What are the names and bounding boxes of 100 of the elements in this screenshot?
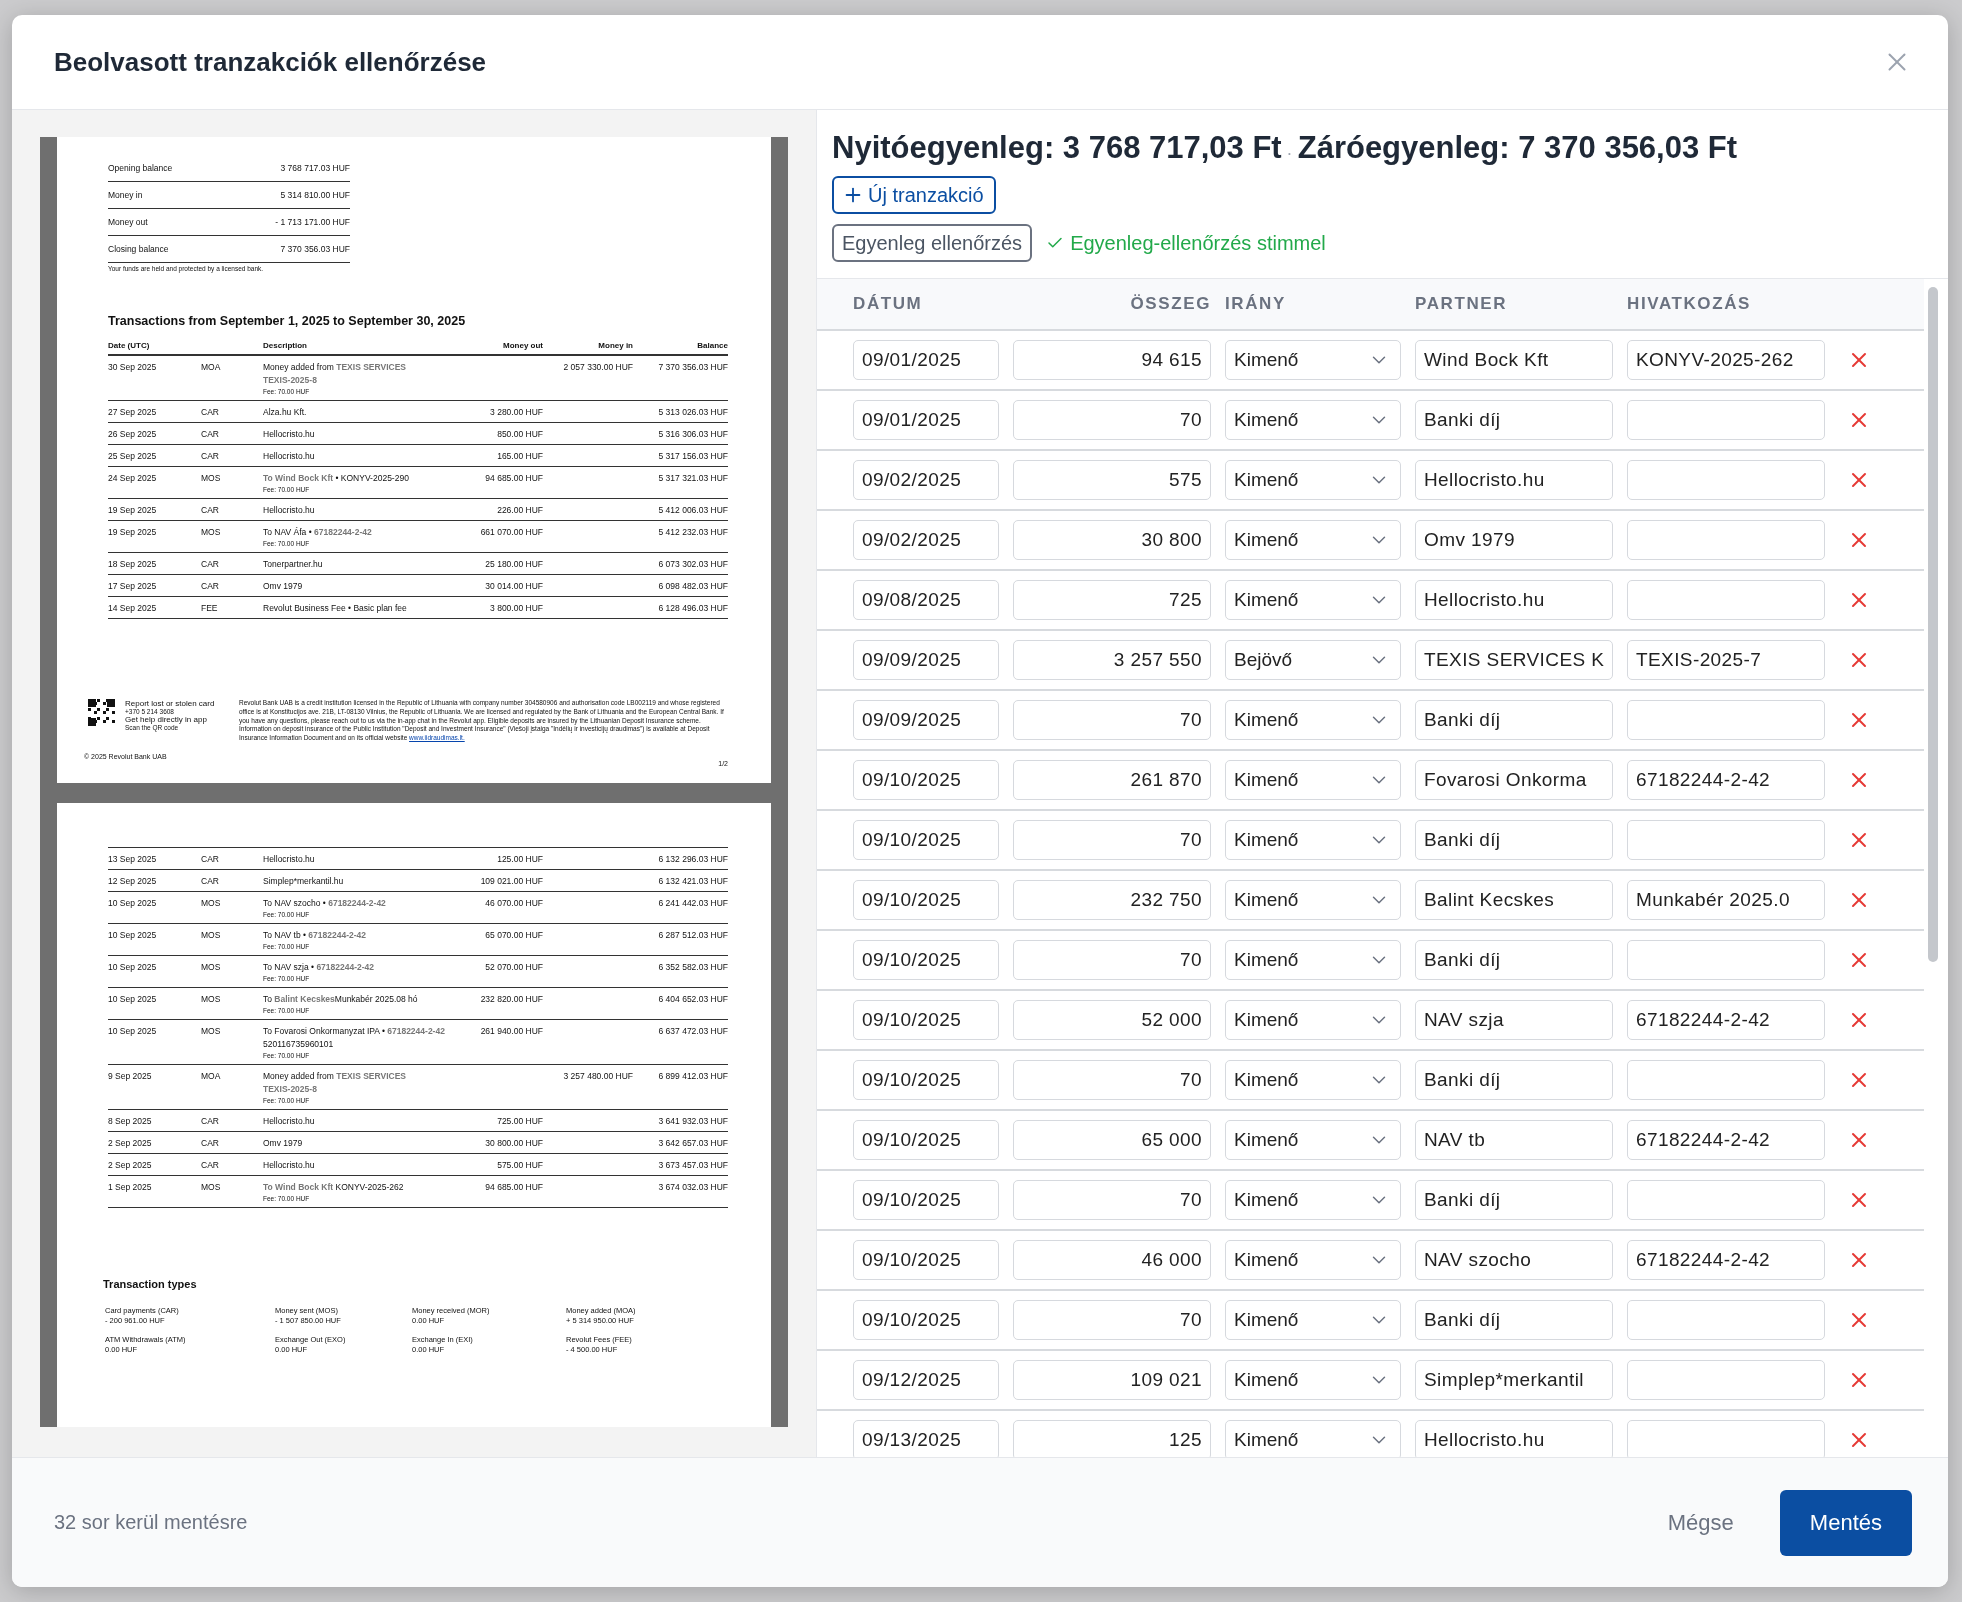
partner-field[interactable]: Banki díj <box>1415 400 1613 440</box>
date-field[interactable]: 09/12/2025 <box>853 1360 999 1400</box>
direction-select[interactable]: Kimenő <box>1225 820 1401 860</box>
reference-field[interactable] <box>1627 400 1825 440</box>
direction-select[interactable]: Kimenő <box>1225 700 1401 740</box>
partner-field[interactable]: Banki díj <box>1415 1300 1613 1340</box>
cancel-button[interactable]: Mégse <box>1661 1508 1740 1537</box>
direction-select[interactable]: Kimenő <box>1225 880 1401 920</box>
direction-select[interactable]: Kimenő <box>1225 1360 1401 1400</box>
reference-field[interactable] <box>1627 1060 1825 1100</box>
balance-check-button[interactable]: Egyenleg ellenőrzés <box>832 224 1033 262</box>
amount-field[interactable]: 70 <box>1013 400 1211 440</box>
direction-select[interactable]: Kimenő <box>1225 340 1401 380</box>
direction-select[interactable]: Kimenő <box>1225 1060 1401 1100</box>
partner-field[interactable]: NAV szocho <box>1415 1240 1613 1280</box>
amount-field[interactable]: 70 <box>1013 940 1211 980</box>
reference-field[interactable] <box>1627 1300 1825 1340</box>
partner-field[interactable]: NAV szja <box>1415 1000 1613 1040</box>
direction-select[interactable]: Kimenő <box>1225 1120 1401 1160</box>
date-field[interactable]: 09/10/2025 <box>853 820 999 860</box>
amount-field[interactable]: 94 615 <box>1013 340 1211 380</box>
date-field[interactable]: 09/02/2025 <box>853 520 999 560</box>
scrollbar[interactable] <box>1928 287 1938 962</box>
partner-field[interactable]: Simplep*merkantil <box>1415 1360 1613 1400</box>
amount-field[interactable]: 70 <box>1013 1180 1211 1220</box>
direction-select[interactable]: Kimenő <box>1225 1000 1401 1040</box>
partner-field[interactable]: Banki díj <box>1415 1180 1613 1220</box>
partner-field[interactable]: Fovarosi Onkorma <box>1415 760 1613 800</box>
date-field[interactable]: 09/09/2025 <box>853 700 999 740</box>
amount-field[interactable]: 725 <box>1013 580 1211 620</box>
reference-field[interactable] <box>1627 1420 1825 1457</box>
direction-select[interactable]: Kimenő <box>1225 460 1401 500</box>
date-field[interactable]: 09/10/2025 <box>853 760 999 800</box>
date-field[interactable]: 09/13/2025 <box>853 1420 999 1457</box>
partner-field[interactable]: Hellocristo.hu <box>1415 1420 1613 1457</box>
partner-field[interactable]: NAV tb <box>1415 1120 1613 1160</box>
partner-field[interactable]: TEXIS SERVICES K <box>1415 640 1613 680</box>
amount-field[interactable]: 70 <box>1013 820 1211 860</box>
amount-field[interactable]: 70 <box>1013 700 1211 740</box>
reference-field[interactable] <box>1627 1360 1825 1400</box>
reference-field[interactable] <box>1627 700 1825 740</box>
amount-field[interactable]: 70 <box>1013 1300 1211 1340</box>
amount-field[interactable]: 52 000 <box>1013 1000 1211 1040</box>
reference-field[interactable]: TEXIS-2025-7 <box>1627 640 1825 680</box>
partner-field[interactable]: Banki díj <box>1415 820 1613 860</box>
reference-field[interactable] <box>1627 580 1825 620</box>
date-field[interactable]: 09/09/2025 <box>853 640 999 680</box>
date-field[interactable]: 09/10/2025 <box>853 1180 999 1220</box>
date-field[interactable]: 09/10/2025 <box>853 940 999 980</box>
partner-field[interactable]: Omv 1979 <box>1415 520 1613 560</box>
date-field[interactable]: 09/10/2025 <box>853 880 999 920</box>
direction-select[interactable]: Kimenő <box>1225 580 1401 620</box>
date-field[interactable]: 09/10/2025 <box>853 1000 999 1040</box>
partner-field[interactable]: Banki díj <box>1415 940 1613 980</box>
reference-field[interactable]: 67182244-2-42 <box>1627 760 1825 800</box>
save-button[interactable]: Mentés <box>1779 1489 1912 1556</box>
direction-select[interactable]: Kimenő <box>1225 1300 1401 1340</box>
reference-field[interactable]: 67182244-2-42 <box>1627 1000 1825 1040</box>
reference-field[interactable] <box>1627 460 1825 500</box>
date-field[interactable]: 09/01/2025 <box>853 400 999 440</box>
reference-field[interactable]: KONYV-2025-262 <box>1627 340 1825 380</box>
direction-select[interactable]: Kimenő <box>1225 1180 1401 1220</box>
direction-select[interactable]: Kimenő <box>1225 520 1401 560</box>
amount-field[interactable]: 46 000 <box>1013 1240 1211 1280</box>
amount-field[interactable]: 575 <box>1013 460 1211 500</box>
reference-field[interactable] <box>1627 940 1825 980</box>
date-field[interactable]: 09/10/2025 <box>853 1300 999 1340</box>
partner-field[interactable]: Wind Bock Kft <box>1415 340 1613 380</box>
direction-select[interactable]: Kimenő <box>1225 940 1401 980</box>
reference-field[interactable]: 67182244-2-42 <box>1627 1240 1825 1280</box>
amount-field[interactable]: 70 <box>1013 1060 1211 1100</box>
amount-field[interactable]: 3 257 550 <box>1013 640 1211 680</box>
partner-field[interactable]: Hellocristo.hu <box>1415 460 1613 500</box>
amount-field[interactable]: 65 000 <box>1013 1120 1211 1160</box>
direction-select[interactable]: Kimenő <box>1225 400 1401 440</box>
reference-field[interactable] <box>1627 1180 1825 1220</box>
partner-field[interactable]: Banki díj <box>1415 700 1613 740</box>
amount-field[interactable]: 30 800 <box>1013 520 1211 560</box>
direction-select[interactable]: Kimenő <box>1225 760 1401 800</box>
partner-field[interactable]: Hellocristo.hu <box>1415 580 1613 620</box>
reference-field[interactable]: Munkabér 2025.0 <box>1627 880 1825 920</box>
statement-balance: 5 412 232.03 HUF <box>657 527 728 537</box>
reference-field[interactable] <box>1627 820 1825 860</box>
partner-field[interactable]: Balint Kecskes <box>1415 880 1613 920</box>
direction-select[interactable]: Bejövő <box>1225 640 1401 680</box>
amount-field[interactable]: 125 <box>1013 1420 1211 1457</box>
partner-field[interactable]: Banki díj <box>1415 1060 1613 1100</box>
date-field[interactable]: 09/08/2025 <box>853 580 999 620</box>
date-field[interactable]: 09/10/2025 <box>853 1060 999 1100</box>
date-field[interactable]: 09/01/2025 <box>853 340 999 380</box>
reference-field[interactable] <box>1627 520 1825 560</box>
date-field[interactable]: 09/10/2025 <box>853 1240 999 1280</box>
amount-field[interactable]: 232 750 <box>1013 880 1211 920</box>
amount-field[interactable]: 109 021 <box>1013 1360 1211 1400</box>
new-transaction-button[interactable]: Új tranzakció <box>832 176 996 214</box>
reference-field[interactable]: 67182244-2-42 <box>1627 1120 1825 1160</box>
date-field[interactable]: 09/02/2025 <box>853 460 999 500</box>
date-field[interactable]: 09/10/2025 <box>853 1120 999 1160</box>
amount-field[interactable]: 261 870 <box>1013 760 1211 800</box>
direction-select[interactable]: Kimenő <box>1225 1240 1401 1280</box>
